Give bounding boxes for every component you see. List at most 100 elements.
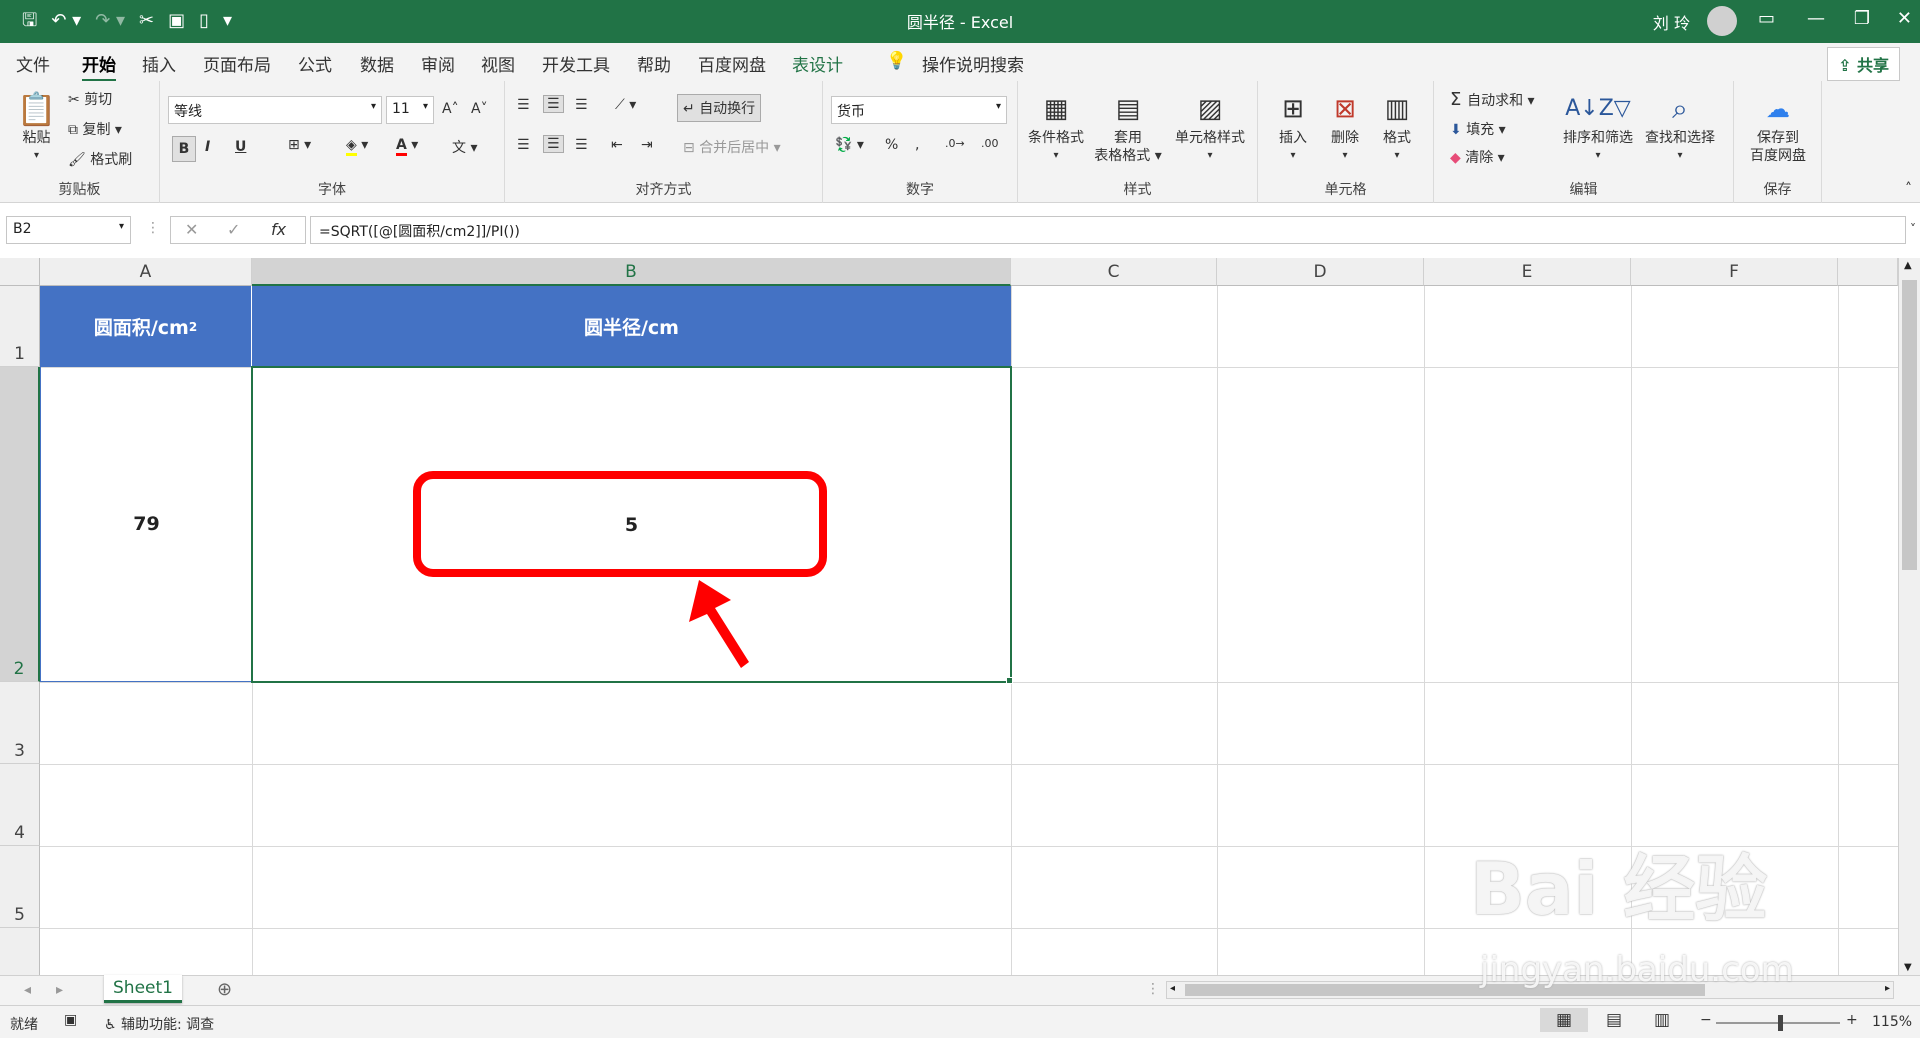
delete-cells-button[interactable]: ⊠ 删除 ▾ [1320,89,1370,165]
tab-formulas[interactable]: 公式 [298,51,332,76]
align-middle-icon[interactable]: ☰ [543,95,564,113]
row-header-3[interactable]: 3 [0,682,40,764]
column-header-d[interactable]: D [1217,258,1424,286]
fill-button[interactable]: ⬇ 填充 ▾ [1450,119,1506,139]
font-color-icon[interactable]: A ▾ [396,137,418,156]
decrease-decimal-icon[interactable]: .00 [981,137,999,150]
autosum-button[interactable]: Σ 自动求和 ▾ [1450,89,1535,110]
cell-a2[interactable]: 79 [40,367,252,682]
tab-file[interactable]: 文件 [16,51,50,76]
zoom-level[interactable]: 115% [1872,1014,1912,1030]
row-header-2[interactable]: 2 [0,367,40,682]
align-right-icon[interactable]: ☰ [575,137,588,153]
underline-button[interactable]: U [235,139,246,155]
column-header-e[interactable]: E [1424,258,1631,286]
copy-button[interactable]: ⧉ 复制 ▾ [68,119,122,139]
align-bottom-icon[interactable]: ☰ [575,97,588,113]
decrease-indent-icon[interactable]: ⇤ [611,137,623,153]
scroll-down-icon[interactable]: ▼ [1904,962,1912,973]
scroll-left-icon[interactable]: ◂ [1170,983,1175,994]
new-sheet-icon[interactable]: ⊕ [217,979,232,1000]
insert-function-icon[interactable]: fx [271,220,286,239]
increase-indent-icon[interactable]: ⇥ [641,137,653,153]
row-header-5[interactable]: 5 [0,846,40,928]
zoom-slider[interactable] [1716,1015,1840,1031]
vertical-scrollbar[interactable]: ▲ ▼ [1898,258,1920,975]
shrink-font-icon[interactable]: A˅ [471,101,488,117]
font-name-combo[interactable]: 等线 ▾ [168,96,382,124]
select-all-corner[interactable] [0,258,40,286]
format-as-table-button[interactable]: ▤ 套用 表格格式 ▾ [1090,89,1166,165]
tab-insert[interactable]: 插入 [142,51,176,76]
page-layout-view-icon[interactable]: ▤ [1606,1010,1622,1030]
row-header-6[interactable] [0,928,40,975]
font-size-combo[interactable]: 11 ▾ [386,96,434,124]
fill-handle[interactable] [1006,677,1013,684]
column-header-a[interactable]: A [40,258,252,286]
align-center-icon[interactable]: ☰ [543,135,564,153]
sheet-split-handle-icon[interactable]: ⋮ [1146,981,1160,997]
conditional-formatting-button[interactable]: ▦ 条件格式 ▾ [1026,89,1086,165]
tab-data[interactable]: 数据 [360,51,394,76]
tab-view[interactable]: 视图 [481,51,515,76]
insert-cells-button[interactable]: ⊞ 插入 ▾ [1268,89,1318,165]
grow-font-icon[interactable]: A˄ [442,101,459,117]
macro-record-icon[interactable]: ▣ [64,1012,77,1028]
tab-help[interactable]: 帮助 [637,51,671,76]
cancel-icon[interactable]: ✕ [185,220,198,239]
normal-view-icon[interactable]: ▦ [1540,1008,1589,1032]
scroll-up-icon[interactable]: ▲ [1904,260,1912,271]
comma-style-icon[interactable]: , [915,137,919,153]
find-select-button[interactable]: ⌕ 查找和选择 ▾ [1640,89,1720,165]
cut-button[interactable]: ✂ 剪切 [68,89,112,109]
align-top-icon[interactable]: ☰ [517,97,530,113]
column-header-c[interactable]: C [1011,258,1217,286]
formula-input[interactable]: =SQRT([@[圆面积/cm2]]/PI()) [310,216,1906,244]
page-break-view-icon[interactable]: ▥ [1654,1010,1670,1030]
close-icon[interactable]: ✕ [1897,8,1912,29]
tab-table-design[interactable]: 表设计 [792,51,843,76]
bold-button[interactable]: B [172,136,196,162]
row-header-4[interactable]: 4 [0,764,40,846]
align-left-icon[interactable]: ☰ [517,137,530,153]
tab-developer[interactable]: 开发工具 [542,51,610,76]
sheet-tab-sheet1[interactable]: Sheet1 [104,975,182,1003]
zoom-in-icon[interactable]: + [1846,1012,1858,1028]
enter-icon[interactable]: ✓ [227,220,240,239]
percent-button[interactable]: % [885,137,898,153]
accessibility-status[interactable]: ♿ 辅助功能: 调查 [104,1014,214,1034]
column-header-f[interactable]: F [1631,258,1838,286]
increase-decimal-icon[interactable]: .0→ [945,137,965,150]
border-icon[interactable]: ⊞ ▾ [288,137,311,153]
wrap-text-button[interactable]: ↵ 自动换行 [677,94,762,122]
sort-filter-button[interactable]: A↓Z▽ 排序和筛选 ▾ [1560,89,1636,165]
tab-home[interactable]: 开始 [82,51,116,82]
italic-button[interactable]: I [205,139,210,155]
phonetic-icon[interactable]: 文 ▾ [452,137,477,157]
scroll-right-icon[interactable]: ▸ [1885,983,1890,994]
number-format-combo[interactable]: 货币 ▾ [831,96,1007,124]
tell-me-search[interactable]: 操作说明搜索 [922,51,1024,76]
column-header-g[interactable] [1838,258,1898,286]
row-header-1[interactable]: 1 [0,286,40,367]
format-painter-button[interactable]: 🖌 格式刷 [68,149,132,169]
paste-button[interactable]: 📋 粘贴 ▾ [14,89,59,165]
format-cells-button[interactable]: ▥ 格式 ▾ [1372,89,1422,165]
tab-review[interactable]: 审阅 [421,51,455,76]
column-header-b[interactable]: B [252,258,1011,286]
scroll-sheets-left-icon[interactable]: ◂ [24,982,31,998]
save-to-baidu-button[interactable]: ☁ 保存到 百度网盘 [1740,89,1816,165]
user-avatar[interactable] [1707,6,1737,36]
share-button[interactable]: ⇪ 共享 [1827,47,1900,81]
scroll-thumb[interactable] [1902,280,1917,570]
user-name[interactable]: 刘 玲 [1653,10,1690,34]
expand-formula-icon[interactable]: ˅ [1910,222,1916,236]
cell-b1-header[interactable]: 圆半径/cm [252,286,1011,367]
ribbon-display-icon[interactable]: ▭ [1758,8,1775,29]
restore-icon[interactable]: ❐ [1854,8,1870,29]
minimize-icon[interactable]: — [1807,8,1825,29]
cell-styles-button[interactable]: ▨ 单元格样式 ▾ [1168,89,1252,165]
name-box[interactable]: B2 ▾ [6,216,131,244]
merge-center-button[interactable]: ⊟ 合并后居中 ▾ [683,137,781,157]
orientation-icon[interactable]: ⟋ ▾ [615,97,636,113]
